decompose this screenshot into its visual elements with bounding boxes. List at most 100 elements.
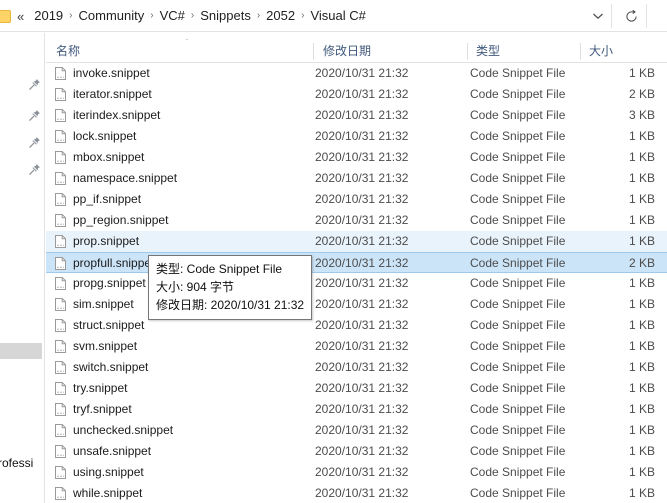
file-name-cell[interactable]: iterindex.snippet	[55, 105, 160, 126]
breadcrumb-item-vcsharp[interactable]: VC#	[155, 5, 190, 27]
breadcrumb-item-2019[interactable]: 2019	[29, 5, 68, 27]
file-name-cell[interactable]: svm.snippet	[55, 336, 137, 357]
refresh-button[interactable]	[619, 4, 643, 28]
table-row[interactable]: propg.snippet 2020/10/31 21:32 Code Snippe…	[46, 273, 667, 294]
file-size-cell: 1 KB	[628, 360, 655, 374]
file-name-cell[interactable]: struct.snippet	[55, 315, 144, 336]
file-size-cell: 1 KB	[628, 297, 655, 311]
file-name-cell[interactable]: sim.snippet	[55, 294, 134, 315]
pin-icon[interactable]	[28, 109, 42, 123]
column-divider[interactable]	[467, 43, 468, 60]
file-name-cell[interactable]: invoke.snippet	[55, 63, 150, 84]
column-header-name[interactable]: 名称	[56, 40, 311, 62]
file-date-cell: 2020/10/31 21:32	[315, 66, 409, 80]
table-row[interactable]: struct.snippet 2020/10/31 21:32 Code Snipp…	[46, 315, 667, 336]
file-date-cell: 2020/10/31 21:32	[315, 129, 409, 143]
table-row[interactable]: lock.snippet 2020/10/31 21:32 Code Snippet…	[46, 126, 667, 147]
breadcrumb-item-community[interactable]: Community	[74, 5, 150, 27]
document-file-icon	[55, 172, 66, 185]
file-size-cell: 1 KB	[628, 381, 655, 395]
column-divider[interactable]	[313, 43, 314, 60]
file-date-cell: 2020/10/31 21:32	[315, 465, 409, 479]
table-row[interactable]: namespace.snippet 2020/10/31 21:32 Code Sn…	[46, 168, 667, 189]
table-row[interactable]: using.snippet 2020/10/31 21:32 Code Snippe…	[46, 462, 667, 483]
table-row[interactable]: tryf.snippet 2020/10/31 21:32 Code Snippet…	[46, 399, 667, 420]
address-bar[interactable]: « 2019 › Community › VC# › Snippets › 20…	[0, 0, 667, 32]
file-name-cell[interactable]: unchecked.snippet	[55, 420, 173, 441]
file-name-cell[interactable]: lock.snippet	[55, 126, 136, 147]
file-size-cell: 2 KB	[628, 256, 655, 270]
document-file-icon	[55, 193, 66, 206]
pin-icon[interactable]	[28, 136, 42, 150]
document-file-icon	[55, 257, 66, 270]
table-row[interactable]: pp_region.snippet 2020/10/31 21:32 Code Sn…	[46, 210, 667, 231]
file-name-cell[interactable]: while.snippet	[55, 483, 142, 503]
breadcrumb-item-2052[interactable]: 2052	[261, 5, 300, 27]
table-row[interactable]: switch.snippet 2020/10/31 21:32 Code Snipp…	[46, 357, 667, 378]
table-row[interactable]: invoke.snippet 2020/10/31 21:32 Code Snipp…	[46, 63, 667, 84]
file-type-cell: Code Snippet File	[470, 256, 566, 270]
pin-icon[interactable]	[28, 78, 42, 92]
file-date-cell: 2020/10/31 21:32	[315, 297, 409, 311]
document-file-icon	[55, 235, 66, 248]
file-size-cell: 2 KB	[628, 87, 655, 101]
table-row[interactable]: pp_if.snippet 2020/10/31 21:32 Code Snippe…	[46, 189, 667, 210]
file-name-label: lock.snippet	[73, 129, 137, 143]
file-name-cell[interactable]: unsafe.snippet	[55, 441, 151, 462]
file-date-cell: 2020/10/31 21:32	[315, 192, 409, 206]
file-name-label: while.snippet	[73, 486, 143, 500]
document-file-icon	[55, 487, 66, 500]
pin-icon[interactable]	[28, 163, 42, 177]
file-name-cell[interactable]: pp_region.snippet	[55, 210, 168, 231]
table-row[interactable]: unchecked.snippet 2020/10/31 21:32 Code Sn…	[46, 420, 667, 441]
column-header-date-modified[interactable]: 修改日期	[323, 40, 463, 62]
breadcrumb-item-snippets[interactable]: Snippets	[195, 5, 256, 27]
file-name-cell[interactable]: using.snippet	[55, 462, 144, 483]
file-list[interactable]: invoke.snippet 2020/10/31 21:32 Code Snipp…	[46, 63, 667, 503]
table-row[interactable]: mbox.snippet 2020/10/31 21:32 Code Snippet…	[46, 147, 667, 168]
file-type-cell: Code Snippet File	[470, 171, 566, 185]
file-date-cell: 2020/10/31 21:32	[315, 423, 409, 437]
file-size-cell: 3 KB	[628, 108, 655, 122]
table-row[interactable]: try.snippet 2020/10/31 21:32 Code Snippet …	[46, 378, 667, 399]
column-header-size[interactable]: 大小	[589, 40, 659, 62]
file-name-label: svm.snippet	[73, 339, 138, 353]
table-row[interactable]: iterator.snippet 2020/10/31 21:32 Code Sni…	[46, 84, 667, 105]
table-row[interactable]: sim.snippet 2020/10/31 21:32 Code Snippet …	[46, 294, 667, 315]
file-name-cell[interactable]: try.snippet	[55, 378, 127, 399]
file-name-cell[interactable]: namespace.snippet	[55, 168, 177, 189]
file-date-cell: 2020/10/31 21:32	[315, 234, 409, 248]
refresh-icon	[625, 9, 637, 22]
file-size-cell: 1 KB	[628, 150, 655, 164]
left-rail: rofessi	[0, 33, 45, 503]
breadcrumb-item-visual-csharp[interactable]: Visual C#	[305, 5, 370, 27]
table-row[interactable]: unsafe.snippet 2020/10/31 21:32 Code Snipp…	[46, 441, 667, 462]
file-name-cell[interactable]: pp_if.snippet	[55, 189, 141, 210]
table-row[interactable]: iterindex.snippet 2020/10/31 21:32 Code Sn…	[46, 105, 667, 126]
file-size-cell: 1 KB	[628, 171, 655, 185]
file-name-cell[interactable]: tryf.snippet	[55, 399, 132, 420]
column-header-type[interactable]: 类型	[476, 40, 576, 62]
document-file-icon	[55, 88, 66, 101]
file-type-cell: Code Snippet File	[470, 465, 566, 479]
table-row[interactable]: propfull.snippet 2020/10/31 21:32 Code Sni…	[46, 252, 667, 273]
table-row[interactable]: prop.snippet 2020/10/31 21:32 Code Snippet…	[46, 231, 667, 252]
file-date-cell: 2020/10/31 21:32	[315, 339, 409, 353]
file-name-label: switch.snippet	[73, 360, 149, 374]
file-type-cell: Code Snippet File	[470, 423, 566, 437]
file-name-cell[interactable]: iterator.snippet	[55, 84, 152, 105]
file-name-cell[interactable]: propfull.snippet	[55, 253, 154, 274]
document-file-icon	[55, 340, 66, 353]
address-dropdown-button[interactable]	[586, 4, 610, 28]
file-name-cell[interactable]: propg.snippet	[55, 273, 146, 294]
table-row[interactable]: while.snippet 2020/10/31 21:32 Code Snippe…	[46, 483, 667, 503]
document-file-icon	[55, 130, 66, 143]
file-name-cell[interactable]: prop.snippet	[55, 231, 139, 252]
column-divider[interactable]	[580, 43, 581, 60]
breadcrumb[interactable]: « 2019 › Community › VC# › Snippets › 20…	[17, 0, 371, 32]
breadcrumb-overflow-icon[interactable]: «	[17, 10, 29, 23]
table-row[interactable]: svm.snippet 2020/10/31 21:32 Code Snippet …	[46, 336, 667, 357]
file-name-cell[interactable]: mbox.snippet	[55, 147, 144, 168]
file-name-cell[interactable]: switch.snippet	[55, 357, 148, 378]
document-file-icon	[55, 277, 66, 290]
